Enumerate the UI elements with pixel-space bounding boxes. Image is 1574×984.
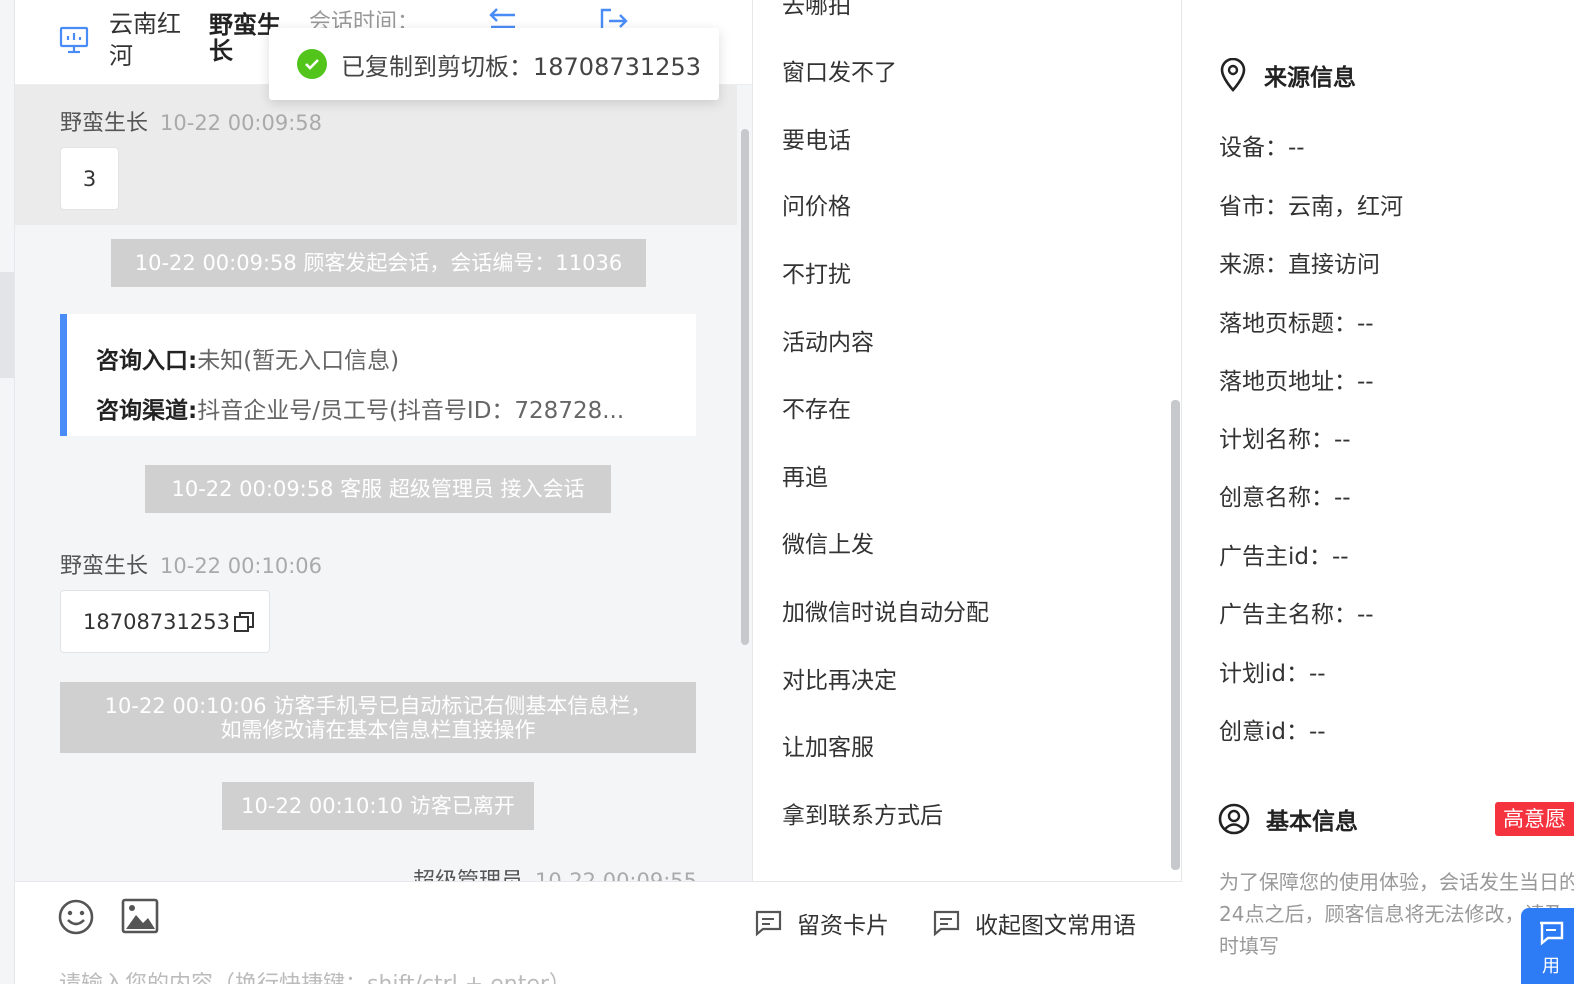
- plan-name: 计划名称：--: [1219, 427, 1351, 453]
- message-card-icon: [755, 910, 782, 937]
- source-device: 设备：--: [1219, 135, 1305, 161]
- basic-info-header: 基本信息: [1218, 802, 1358, 836]
- quick-reply-item[interactable]: 微信上发: [782, 525, 874, 559]
- quick-reply-item[interactable]: 再追: [782, 458, 828, 492]
- message-bubble: 3: [60, 147, 119, 210]
- phone-message-bubble[interactable]: 18708731253: [60, 590, 270, 653]
- system-message: 10-22 00:10:10 访客已离开: [222, 782, 534, 830]
- floating-button-label: 用: [1542, 956, 1560, 977]
- quick-reply-item[interactable]: 去哪拍: [782, 0, 851, 20]
- chat-scrollbar[interactable]: [741, 129, 749, 645]
- source-info-header: 来源信息: [1218, 58, 1356, 92]
- quick-reply-scrollbar[interactable]: [1171, 400, 1180, 870]
- advertiser-id: 广告主id：--: [1219, 544, 1349, 570]
- message-time: 10-22 00:09:58: [160, 111, 323, 135]
- floating-chat-button[interactable]: 用: [1521, 908, 1574, 984]
- quick-reply-item[interactable]: 加微信时说自动分配: [782, 593, 989, 627]
- visitor-region: 云南红河: [109, 10, 181, 70]
- message-sender: 野蛮生长 10-22 00:09:58: [60, 111, 323, 136]
- user-avatar-icon: [1218, 803, 1250, 835]
- plan-id: 计划id：--: [1219, 661, 1326, 687]
- source-origin: 来源：直接访问: [1219, 252, 1380, 278]
- monitor-icon: [59, 26, 89, 54]
- quick-reply-item[interactable]: 要电话: [782, 121, 851, 155]
- message-input[interactable]: 请输入您的内容（换行快捷键：shift/ctrl + enter）: [59, 966, 571, 984]
- image-icon[interactable]: [121, 898, 159, 934]
- advertiser-name: 广告主名称：--: [1219, 602, 1374, 628]
- emoji-icon[interactable]: [57, 898, 95, 936]
- quick-reply-item[interactable]: 不打扰: [782, 255, 851, 289]
- quick-reply-item[interactable]: 拿到联系方式后: [782, 796, 943, 830]
- location-pin-icon: [1220, 58, 1246, 92]
- message-sender: 野蛮生长 10-22 00:10:06: [60, 554, 323, 579]
- toast-message: 已复制到剪切板：18708731253: [341, 52, 701, 81]
- landing-page-title: 落地页标题：--: [1219, 311, 1374, 337]
- collapse-phrases-button[interactable]: 收起图文常用语: [931, 906, 1136, 940]
- landing-page-url: 落地页地址：--: [1219, 369, 1374, 395]
- message-card-icon: [933, 910, 960, 937]
- system-message: 10-22 00:10:06 访客手机号已自动标记右侧基本信息栏， 如需修改请在…: [60, 682, 696, 753]
- system-message: 10-22 00:09:58 顾客发起会话，会话编号：11036: [111, 239, 646, 287]
- quick-reply-item[interactable]: 窗口发不了: [782, 53, 897, 87]
- consult-channel-row: 咨询渠道:抖音企业号/员工号(抖音号ID：728728...: [96, 398, 625, 424]
- copy-icon[interactable]: [232, 610, 256, 634]
- creative-name: 创意名称：--: [1219, 485, 1351, 511]
- system-message: 10-22 00:09:58 客服 超级管理员 接入会话: [145, 465, 611, 513]
- copy-toast: 已复制到剪切板：18708731253: [269, 28, 719, 100]
- quick-reply-item[interactable]: 让加客服: [782, 728, 874, 762]
- source-province-city: 省市：云南，红河: [1219, 194, 1403, 220]
- quick-reply-item[interactable]: 不存在: [782, 390, 851, 424]
- success-check-icon: [297, 49, 327, 79]
- consult-info-card: 咨询入口:未知(暂无入口信息) 咨询渠道:抖音企业号/员工号(抖音号ID：728…: [60, 314, 696, 436]
- left-edge-tab[interactable]: [0, 272, 14, 378]
- visitor-info-panel: 来源信息 设备：-- 省市：云南，红河 来源：直接访问 落地页标题：-- 落地页…: [1182, 0, 1574, 984]
- chat-messages[interactable]: 野蛮生长 10-22 00:09:58 3 10-22 00:09:58 顾客发起…: [15, 85, 752, 881]
- intent-badge[interactable]: 高意愿: [1495, 802, 1574, 836]
- creative-id: 创意id：--: [1219, 719, 1326, 745]
- consult-entry-row: 咨询入口:未知(暂无入口信息): [96, 348, 400, 374]
- leave-card-button[interactable]: 留资卡片: [753, 906, 889, 940]
- quick-reply-item[interactable]: 活动内容: [782, 323, 874, 357]
- quick-reply-panel: 去哪拍 窗口发不了 要电话 问价格 不打扰 活动内容 不存在 再追 微信上发 加…: [752, 0, 1182, 881]
- input-bar: 留资卡片 收起图文常用语 请输入您的内容（换行快捷键：shift/ctrl + …: [15, 881, 1182, 984]
- quick-reply-item[interactable]: 对比再决定: [782, 661, 897, 695]
- message-sender: 超级管理员10-22 00:09:55: [413, 869, 698, 881]
- chat-bubble-icon: [1540, 921, 1564, 946]
- message-time: 10-22 00:10:06: [160, 554, 323, 578]
- quick-reply-item[interactable]: 问价格: [782, 187, 851, 221]
